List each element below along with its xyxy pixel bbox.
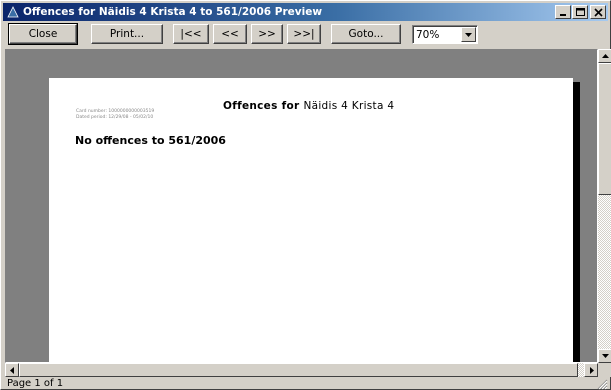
card-number-text: Card number: 1000000000003519 bbox=[76, 109, 155, 114]
print-button[interactable]: Print... bbox=[91, 24, 163, 44]
close-window-button[interactable] bbox=[590, 5, 606, 19]
window-title: Offences for Näidis 4 Krista 4 to 561/20… bbox=[23, 6, 323, 18]
scroll-left-button[interactable] bbox=[5, 363, 19, 377]
arrow-up-icon bbox=[602, 54, 609, 58]
minimize-icon bbox=[560, 14, 566, 16]
report-title-name: Näidis 4 Krista 4 bbox=[303, 100, 395, 112]
horizontal-scroll-thumb[interactable] bbox=[19, 363, 578, 377]
resize-grip-icon[interactable] bbox=[597, 379, 608, 390]
dated-period-text: Dated period: 12/29/08 - 05/02/10 bbox=[76, 115, 154, 120]
close-icon bbox=[594, 8, 603, 17]
arrow-right-icon bbox=[590, 367, 594, 374]
zoom-dropdown-button[interactable] bbox=[461, 27, 476, 42]
maximize-icon bbox=[576, 8, 585, 16]
scrollbar-corner bbox=[598, 363, 611, 377]
scroll-right-button[interactable] bbox=[584, 363, 598, 377]
report-page: Offences for Näidis 4 Krista 4 Card numb… bbox=[49, 78, 573, 362]
goto-button[interactable]: Goto... bbox=[331, 24, 401, 44]
chevron-down-icon bbox=[465, 33, 472, 37]
caption-buttons bbox=[554, 5, 606, 19]
minimize-button[interactable] bbox=[555, 5, 571, 19]
zoom-select[interactable]: 70% bbox=[412, 25, 478, 44]
toolbar: Close Print... |<< << >> >>| Goto... 70% bbox=[3, 23, 608, 46]
preview-area[interactable]: Offences for Näidis 4 Krista 4 Card numb… bbox=[5, 49, 598, 363]
scroll-down-button[interactable] bbox=[598, 349, 611, 363]
vertical-scroll-thumb[interactable] bbox=[598, 63, 611, 195]
next-page-button[interactable]: >> bbox=[251, 24, 283, 44]
close-button[interactable]: Close bbox=[8, 23, 78, 45]
last-page-button[interactable]: >>| bbox=[287, 24, 321, 44]
report-title-prefix: Offences for bbox=[223, 100, 300, 112]
arrow-left-icon bbox=[10, 367, 14, 374]
status-bar: Page 1 of 1 bbox=[3, 377, 610, 390]
no-offences-message: No offences to 561/2006 bbox=[75, 134, 226, 147]
app-icon bbox=[6, 5, 20, 19]
title-bar[interactable]: Offences for Näidis 4 Krista 4 to 561/20… bbox=[3, 3, 608, 21]
zoom-value: 70% bbox=[416, 29, 440, 41]
first-page-button[interactable]: |<< bbox=[173, 24, 209, 44]
previous-page-button[interactable]: << bbox=[213, 24, 247, 44]
vertical-scrollbar[interactable] bbox=[598, 49, 611, 363]
maximize-button[interactable] bbox=[572, 5, 588, 19]
report-title: Offences for Näidis 4 Krista 4 bbox=[223, 100, 394, 112]
page-status: Page 1 of 1 bbox=[7, 378, 64, 389]
horizontal-scrollbar[interactable] bbox=[5, 363, 598, 377]
scroll-up-button[interactable] bbox=[598, 49, 611, 63]
preview-window: Offences for Näidis 4 Krista 4 to 561/20… bbox=[0, 0, 611, 390]
arrow-down-icon bbox=[602, 354, 609, 358]
